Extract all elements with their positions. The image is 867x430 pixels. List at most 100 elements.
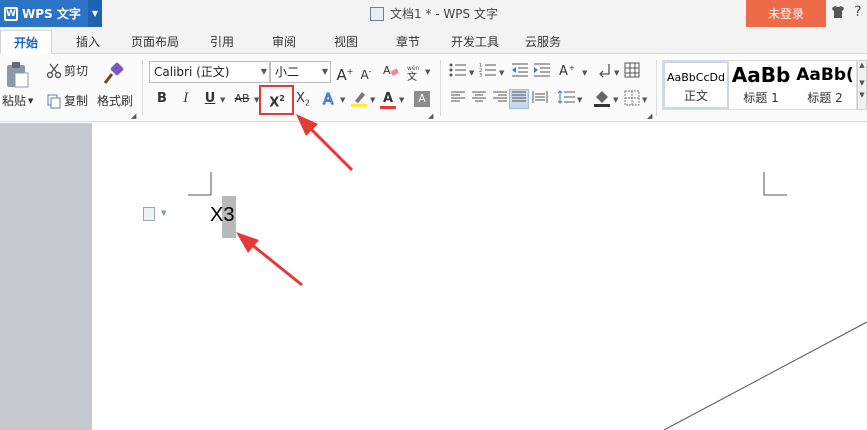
table-button[interactable] [622, 62, 642, 82]
scissors-icon [46, 63, 62, 79]
help-icon[interactable]: ? [850, 4, 866, 22]
bold-button[interactable]: B [152, 89, 172, 109]
document-workspace [0, 123, 867, 430]
chevron-down-icon[interactable]: ▼ [499, 69, 504, 77]
app-name: WPS 文字 [22, 7, 81, 21]
chevron-down-icon[interactable]: ▼ [161, 209, 166, 217]
change-case-icon: A + [559, 64, 575, 79]
tab-home[interactable]: 开始 [0, 30, 52, 54]
tab-insert[interactable]: 插入 [68, 30, 108, 54]
chevron-down-icon[interactable]: ▼ [582, 69, 587, 77]
style-heading-1-sample: AaBb [731, 63, 791, 87]
tab-review[interactable]: 审阅 [264, 30, 304, 54]
chevron-down-icon[interactable]: ▼ [577, 96, 582, 104]
format-painter-icon-button[interactable] [100, 60, 130, 90]
borders-button[interactable] [622, 90, 642, 110]
shading-fill-button[interactable] [592, 89, 612, 109]
increase-indent-button[interactable] [532, 62, 552, 82]
highlight-color-button[interactable] [349, 89, 369, 109]
justify-button[interactable] [509, 89, 529, 109]
font-family-select[interactable]: Calibri (正文) ▼ [149, 61, 270, 83]
margin-corner-top-right [763, 172, 787, 196]
distribute-button[interactable] [530, 90, 550, 110]
tab-view[interactable]: 视图 [326, 30, 366, 54]
svg-text:wén: wén [407, 65, 420, 72]
tab-developer[interactable]: 开发工具 [446, 30, 504, 54]
svg-text:文: 文 [407, 70, 417, 82]
grow-font-button[interactable]: A+ [335, 62, 355, 84]
align-center-button[interactable] [469, 90, 489, 110]
chevron-down-icon[interactable]: ▼ [469, 69, 474, 77]
login-button[interactable]: 未登录 [746, 0, 826, 27]
chevron-down-icon[interactable]: ▼ [614, 69, 619, 77]
more-icon[interactable]: ▼ [858, 91, 866, 99]
styles-scroll[interactable]: ▲ ▼ ▼ [857, 60, 867, 110]
align-right-button[interactable] [490, 90, 510, 110]
chevron-down-icon: ▼ [88, 0, 102, 27]
plus-icon: + [346, 67, 354, 76]
underline-button[interactable]: U [200, 89, 220, 109]
subscript-button[interactable]: X2 [292, 89, 314, 109]
character-shading-button[interactable]: A [412, 89, 432, 109]
show-marks-button[interactable] [596, 62, 616, 82]
document-page[interactable] [92, 123, 867, 430]
font-size-select[interactable]: 小二 ▼ [270, 61, 331, 83]
paragraph-layout-icon[interactable] [143, 207, 155, 221]
chevron-down-icon[interactable]: ▼ [425, 68, 430, 76]
divider [656, 60, 657, 116]
chevron-down-icon[interactable]: ▼ [613, 96, 618, 104]
indent-icon [534, 63, 550, 77]
font-color-button[interactable]: A [378, 89, 398, 109]
phonetic-guide-button[interactable]: wén 文 [404, 62, 424, 83]
skin-shirt-icon[interactable] [830, 4, 846, 22]
chevron-up-icon[interactable]: ▲ [858, 61, 866, 69]
chevron-down-icon[interactable]: ▼ [858, 79, 866, 87]
document-text[interactable]: X3 [210, 204, 234, 227]
svg-text:A: A [559, 64, 568, 78]
align-right-icon [493, 91, 507, 102]
font-color-swatch [380, 106, 396, 109]
tab-page-layout[interactable]: 页面布局 [126, 30, 184, 54]
font-family-value: Calibri (正文) [154, 65, 230, 79]
style-heading-2-label: 标题 2 [807, 91, 843, 105]
tab-sections[interactable]: 章节 [388, 30, 428, 54]
style-heading-2[interactable]: AaBb( 标题 2 [793, 61, 857, 109]
left-margin-pane [0, 123, 92, 430]
cut-label: 剪切 [64, 64, 89, 78]
copy-icon [46, 93, 62, 109]
group-expand-icon[interactable]: ◢ [131, 112, 136, 120]
tab-references[interactable]: 引用 [202, 30, 242, 54]
line-spacing-button[interactable] [557, 90, 577, 110]
change-case-button[interactable]: A + [558, 62, 582, 82]
font-color-icon: A [382, 91, 394, 106]
shrink-font-button[interactable]: A- [356, 62, 376, 82]
paste-label: 粘贴 [2, 94, 27, 108]
chevron-down-icon[interactable]: ▼ [340, 96, 345, 104]
chevron-down-icon[interactable]: ▼ [370, 96, 375, 104]
paste-button[interactable] [4, 60, 38, 90]
italic-button[interactable]: I [176, 89, 196, 109]
copy-button[interactable]: 复制 [46, 92, 88, 109]
align-left-button[interactable] [448, 90, 468, 110]
app-menu-button[interactable]: W WPS 文字 ▼ [0, 0, 102, 27]
paste-label-button[interactable]: 粘贴 ▼ [2, 92, 33, 109]
cut-button[interactable]: 剪切 [46, 62, 88, 79]
group-expand-icon[interactable]: ◢ [647, 112, 652, 120]
clear-format-button[interactable]: A [381, 62, 401, 82]
chevron-down-icon[interactable]: ▼ [220, 96, 225, 104]
text-effect-button[interactable]: A [320, 89, 340, 109]
style-normal[interactable]: AaBbCcDd 正文 [663, 61, 729, 109]
decrease-indent-button[interactable] [510, 62, 530, 82]
tab-cloud[interactable]: 云服务 [518, 30, 568, 54]
bullet-list-icon [449, 63, 466, 77]
shading-icon: A [414, 91, 430, 107]
style-heading-1[interactable]: AaBb 标题 1 [729, 61, 793, 109]
chevron-down-icon: ▼ [28, 96, 34, 105]
chevron-down-icon[interactable]: ▼ [399, 96, 404, 104]
chevron-down-icon[interactable]: ▼ [642, 96, 647, 104]
group-expand-icon[interactable]: ◢ [428, 112, 433, 120]
format-painter-button[interactable]: 格式刷 [97, 92, 133, 109]
numbered-list-button[interactable]: 123 [478, 62, 498, 82]
strikethrough-button[interactable]: AB [230, 89, 254, 109]
bullet-list-button[interactable] [448, 62, 468, 82]
